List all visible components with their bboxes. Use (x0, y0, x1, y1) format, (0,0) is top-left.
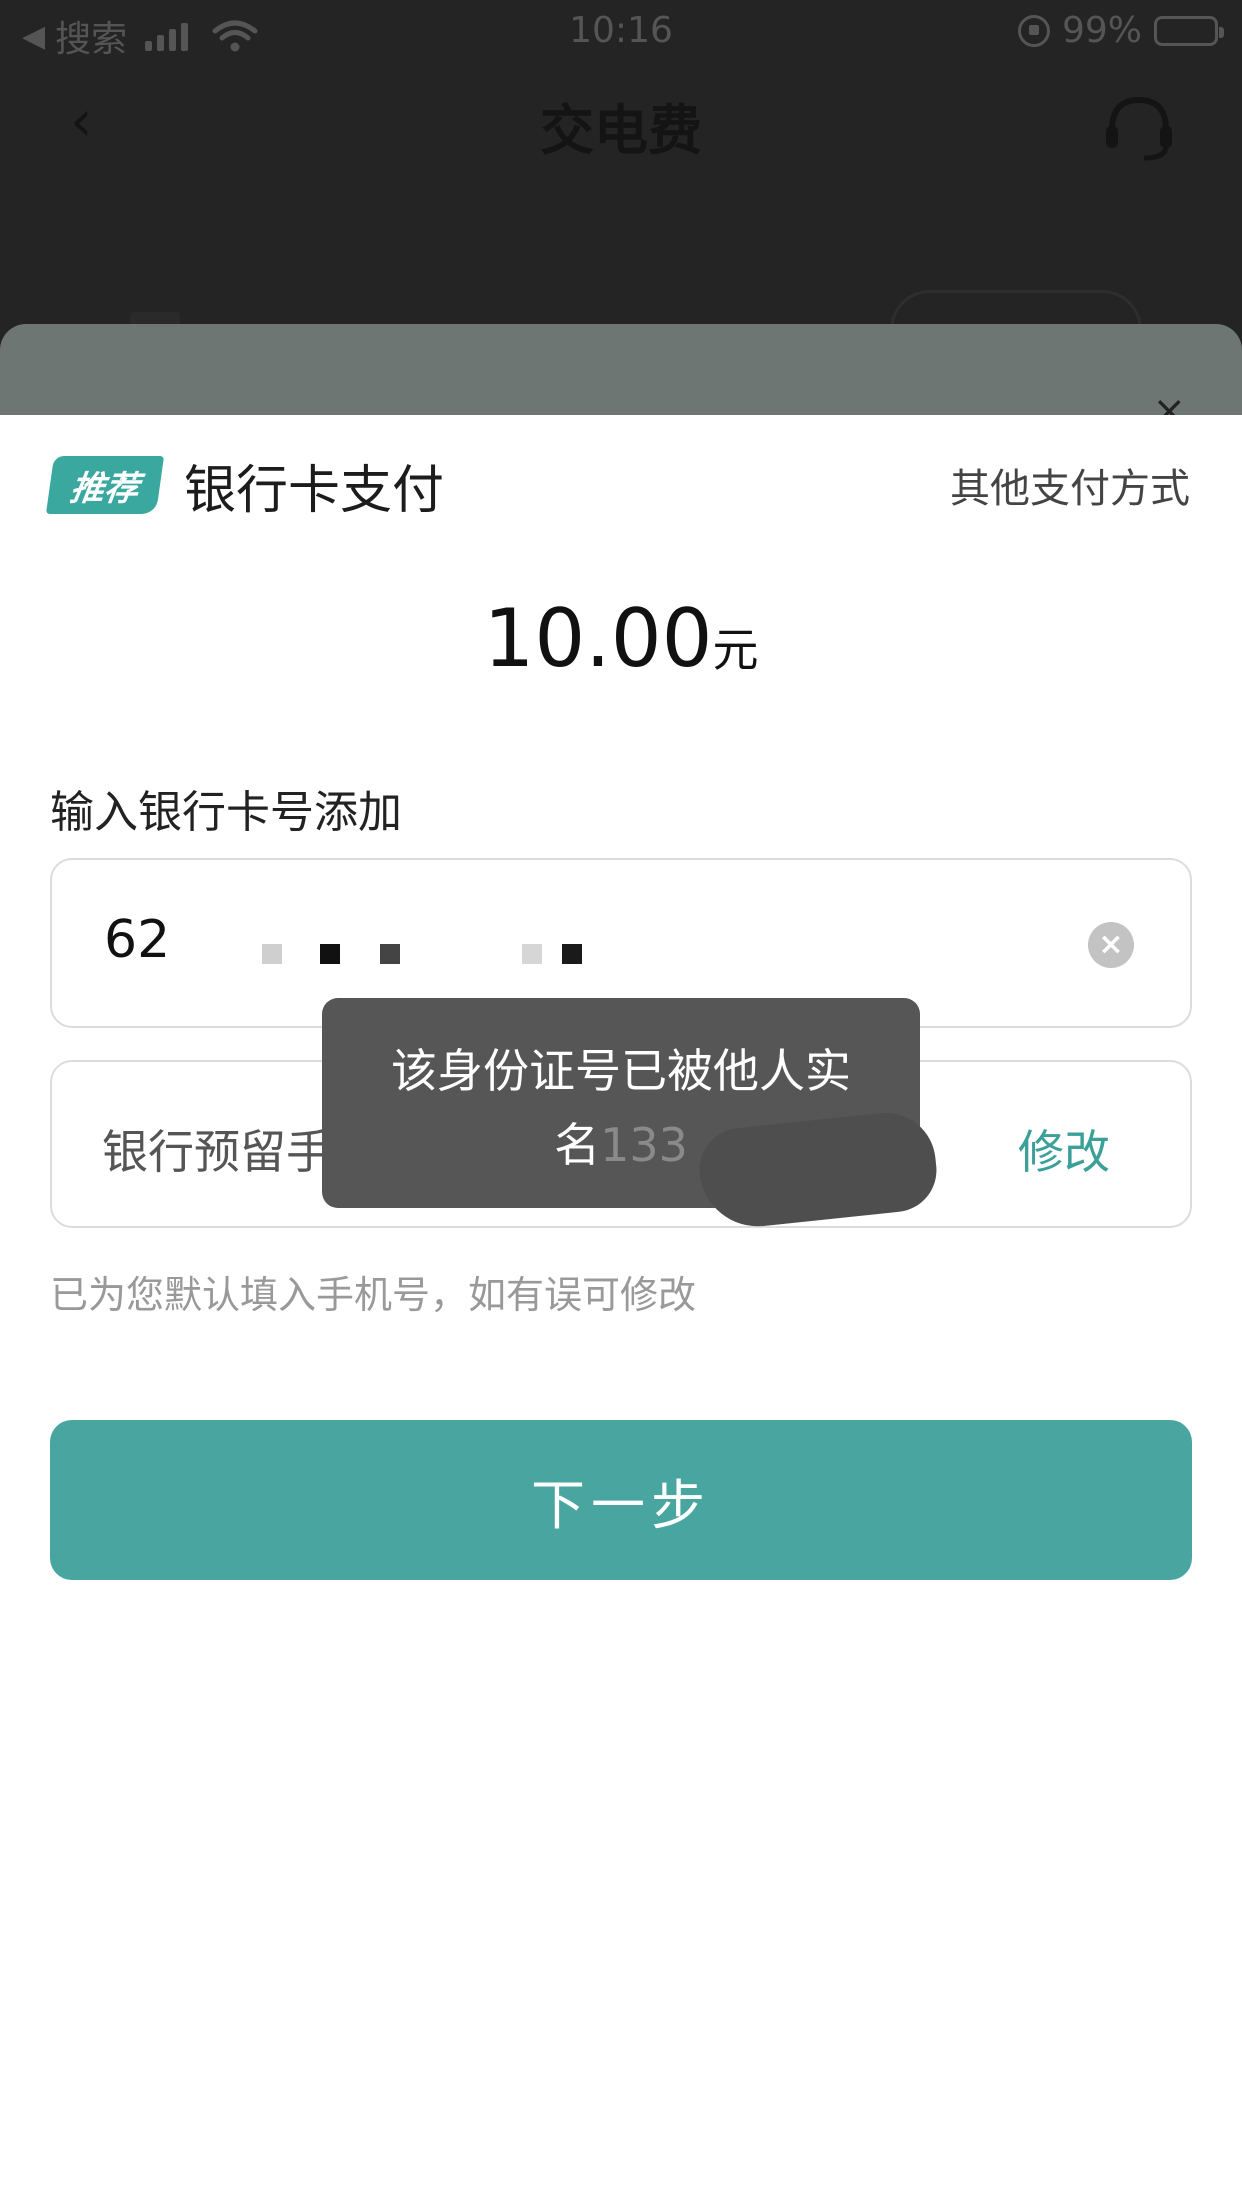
recommend-badge: 推荐 (45, 456, 165, 514)
page-title: 交电费 (540, 99, 702, 162)
masked-digit (320, 944, 340, 964)
payment-amount: 10.00元 (0, 592, 1242, 685)
clear-icon[interactable]: × (1088, 922, 1134, 968)
payment-header: 推荐 银行卡支付 (45, 450, 445, 521)
masked-digit (262, 944, 282, 964)
card-number-label: 输入银行卡号添加 (50, 787, 402, 838)
modify-button[interactable]: 修改 (1018, 1116, 1110, 1182)
toast-phone-tail: 133 (600, 1118, 688, 1172)
status-bar: ◀ 搜索 10:16 99% (0, 0, 1242, 62)
headset-icon[interactable] (1102, 92, 1176, 162)
masked-digit (522, 944, 542, 964)
battery-percent: 99% (1061, 10, 1142, 51)
battery-icon (1154, 15, 1224, 46)
next-step-button[interactable]: 下一步 (50, 1420, 1192, 1580)
toast-line-2-text: 名 (554, 1118, 601, 1172)
other-payment-methods-link[interactable]: 其他支付方式 (950, 456, 1190, 514)
masked-digit (380, 944, 400, 964)
amount-unit: 元 (712, 623, 759, 677)
status-right: 99% (1017, 10, 1224, 51)
phone-hint: 已为您默认填入手机号，如有误可修改 (50, 1273, 697, 1317)
nav-bar: ‹ 交电费 (0, 62, 1242, 182)
payment-method-title: 银行卡支付 (184, 460, 445, 521)
masked-digit (562, 944, 582, 964)
toast-line-1: 该身份证号已被他人实 (391, 1044, 851, 1098)
amount-value: 10.00 (483, 592, 713, 685)
card-number-value: 62 (104, 910, 171, 970)
rotation-lock-icon (1017, 14, 1050, 47)
